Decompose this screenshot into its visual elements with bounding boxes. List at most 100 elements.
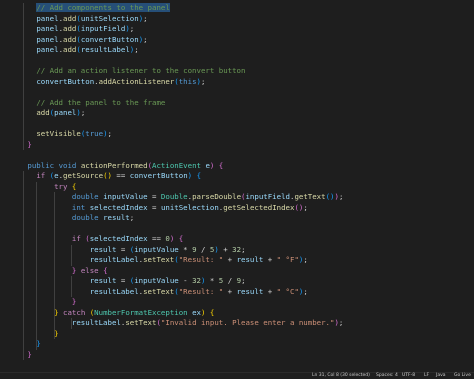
code-token: selectedIndex <box>89 202 148 212</box>
code-token: } <box>27 139 32 149</box>
code-token: " °C" <box>276 286 299 296</box>
code-token: == <box>111 171 130 180</box>
code-token: + <box>223 255 237 264</box>
code-token: panel <box>36 13 59 23</box>
code-token: convertButton <box>80 34 139 44</box>
code-token: ; <box>80 108 86 117</box>
code-line[interactable]: // Add the panel to the frame <box>19 98 165 109</box>
code-token: } <box>71 297 77 306</box>
code-token: double <box>71 213 99 222</box>
code-token: add <box>63 34 77 44</box>
code-token: ; <box>303 202 308 212</box>
code-line[interactable]: // Add an action listener to the convert… <box>19 66 245 77</box>
go-live-status[interactable]: Go Live <box>454 373 471 379</box>
code-line[interactable]: panel.add(resultLabel); <box>19 45 138 56</box>
code-token: result <box>236 255 264 264</box>
selected-text: // Add components to the panel <box>36 3 170 12</box>
code-token: getSource <box>63 171 104 180</box>
code-line[interactable]: panel.add(unitSelection); <box>19 13 148 25</box>
indentation-status[interactable]: Spaces: 4 <box>376 373 398 379</box>
code-line[interactable]: double inputValue = Double.parseDouble(i… <box>19 192 344 203</box>
code-line[interactable]: setVisible(true); <box>19 129 112 140</box>
code-token: inputValue <box>134 244 179 254</box>
code-token: "Invalid input. Please enter a number." <box>160 318 335 327</box>
code-token: = <box>116 244 130 254</box>
code-line[interactable]: if (e.getSource() == convertButton) { <box>19 171 201 182</box>
code-token: ActionEvent <box>152 160 201 170</box>
eol-status[interactable]: LF <box>424 373 429 379</box>
code-token: resultLabel <box>89 255 139 264</box>
code-token: ; <box>303 255 308 264</box>
code-token: inputField <box>245 192 290 201</box>
code-token: this <box>178 76 197 86</box>
code-token: inputField <box>80 24 126 33</box>
code-token: ; <box>129 24 135 33</box>
code-line[interactable]: } <box>19 139 32 151</box>
code-line[interactable]: } catch (NumberFormatException ex) { <box>19 308 214 319</box>
code-token: add <box>63 45 77 54</box>
code-token: result <box>89 276 117 285</box>
code-line[interactable]: double result; <box>19 213 134 224</box>
code-token: { <box>71 181 77 191</box>
code-line[interactable]: panel.add(convertButton); <box>19 34 147 46</box>
code-token: panel <box>36 34 59 44</box>
code-token: panel <box>36 24 59 33</box>
code-line[interactable]: if (selectedIndex == 0) { <box>19 234 184 245</box>
code-editor[interactable]: // Add components to the panel panel.add… <box>0 0 474 372</box>
code-line[interactable]: resultLabel.setText("Result: " + result … <box>19 287 308 298</box>
code-line[interactable]: } <box>19 297 77 308</box>
code-line[interactable]: result = (inputValue * 9 / 5) + 32; <box>19 245 246 256</box>
code-line[interactable]: public void actionPerformed(ActionEvent … <box>19 160 224 172</box>
code-line[interactable]: } <box>19 339 41 350</box>
code-line[interactable]: convertButton.addActionListener(this); <box>19 76 205 88</box>
code-line[interactable]: // Add components to the panel <box>19 3 170 14</box>
code-token: + <box>218 244 233 254</box>
code-token: * <box>178 244 193 254</box>
cursor-position-status[interactable]: Ln 31, Col 8 (30 selected) <box>312 373 370 379</box>
code-token: "Result: " <box>178 286 224 296</box>
code-token: selectedIndex <box>89 234 148 243</box>
code-token: ; <box>143 13 148 23</box>
encoding-status[interactable]: UTF-8 <box>402 373 415 379</box>
code-token: ; <box>241 244 246 254</box>
code-line[interactable]: resultLabel.setText("Invalid input. Plea… <box>19 318 343 329</box>
code-line[interactable]: panel.add(inputField); <box>19 24 135 35</box>
code-line[interactable]: } <box>19 328 59 340</box>
code-token: resultLabel <box>89 286 139 296</box>
code-line[interactable]: } else { <box>19 266 108 277</box>
code-token: Double <box>160 192 188 201</box>
code-token: true <box>85 129 104 138</box>
code-token: ; <box>241 276 246 285</box>
code-token: { <box>178 234 184 243</box>
code-token: unitSelection <box>80 13 139 23</box>
code-token: inputValue <box>134 276 179 285</box>
code-line[interactable]: add(panel); <box>19 108 86 119</box>
code-line[interactable]: try { <box>19 181 77 193</box>
code-line[interactable]: int selectedIndex = unitSelection.getSel… <box>19 203 308 214</box>
language-mode-status[interactable]: Java <box>436 373 446 379</box>
code-token: convertButton <box>129 171 188 180</box>
code-token: } <box>54 328 59 338</box>
code-token: } <box>36 339 41 348</box>
code-token: 32 <box>232 244 242 254</box>
code-line[interactable]: result = (inputValue - 32) * 5 / 9; <box>19 276 246 287</box>
code-token: { <box>218 160 224 170</box>
code-token: try <box>54 181 68 191</box>
code-token: / <box>196 244 210 254</box>
code-token: + <box>263 255 277 264</box>
code-token: if <box>36 171 46 180</box>
code-line[interactable]: resultLabel.setText("Result: " + result … <box>19 255 308 266</box>
code-token: ; <box>303 286 308 296</box>
code-line[interactable]: } <box>19 350 31 361</box>
